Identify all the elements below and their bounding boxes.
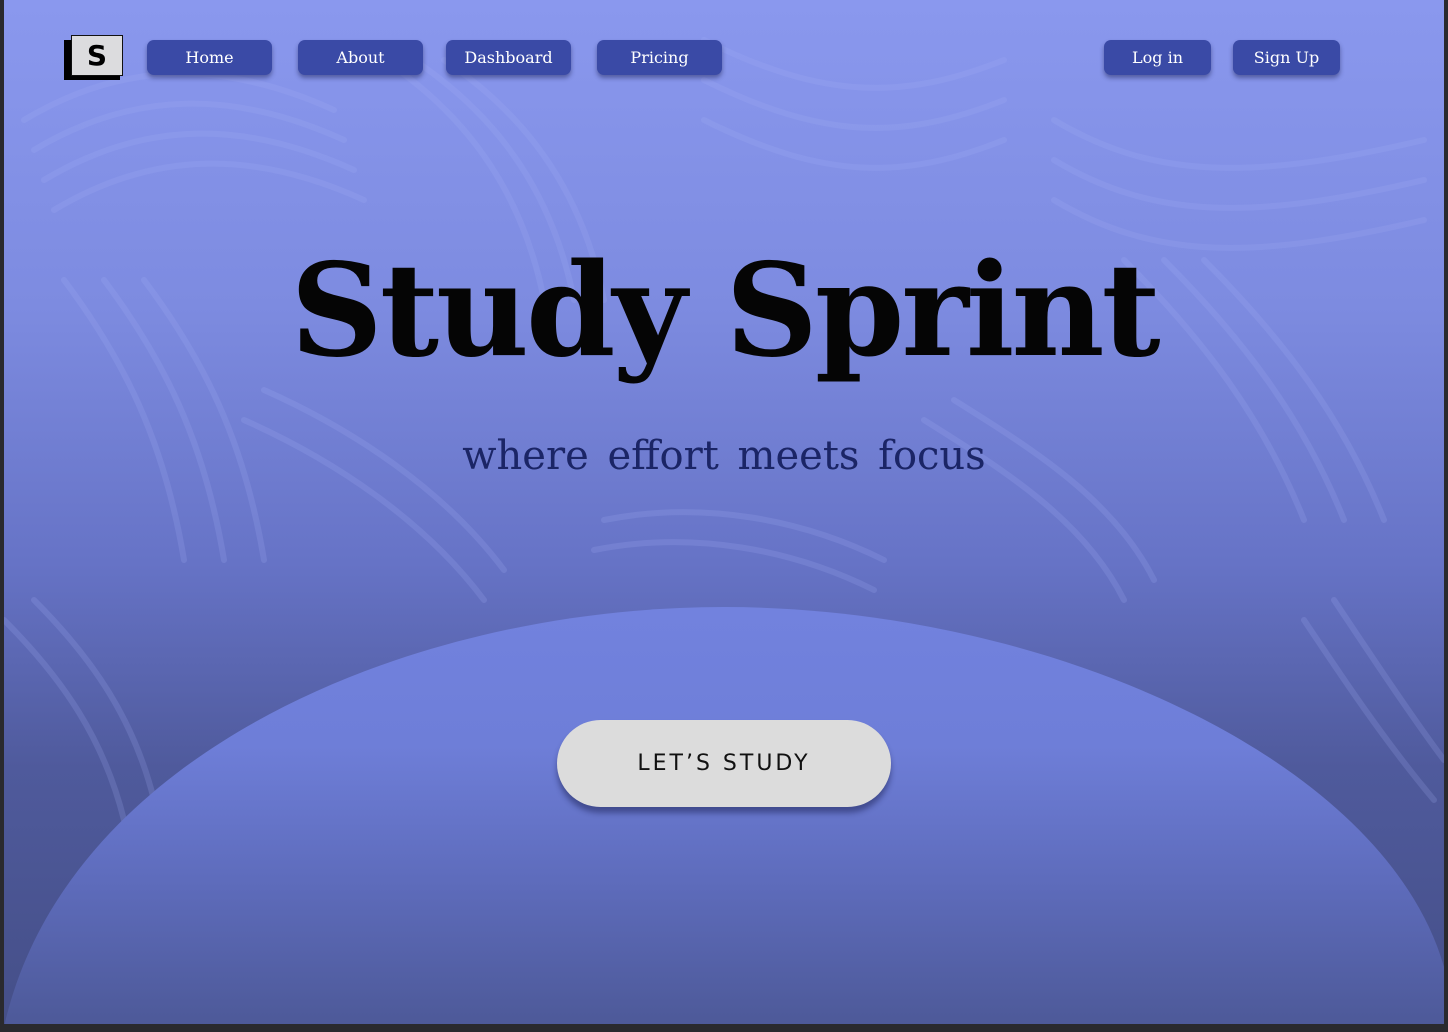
nav-pricing-button[interactable]: Pricing: [597, 40, 722, 75]
lets-study-button[interactable]: LET’S STUDY: [557, 720, 891, 807]
landing-page: S Home About Dashboard Pricing Log in Si…: [4, 0, 1444, 1024]
hero-title: Study Sprint: [290, 236, 1160, 386]
nav-home-button[interactable]: Home: [147, 40, 272, 75]
signup-button[interactable]: Sign Up: [1233, 40, 1340, 75]
hero-subtitle: where effort meets focus: [462, 433, 986, 479]
brand-logo[interactable]: S: [64, 35, 124, 80]
nav-about-button[interactable]: About: [298, 40, 423, 75]
hero-dome-shape: [4, 607, 1444, 1024]
logo-letter: S: [71, 35, 123, 76]
login-button[interactable]: Log in: [1104, 40, 1211, 75]
nav-dashboard-button[interactable]: Dashboard: [446, 40, 571, 75]
